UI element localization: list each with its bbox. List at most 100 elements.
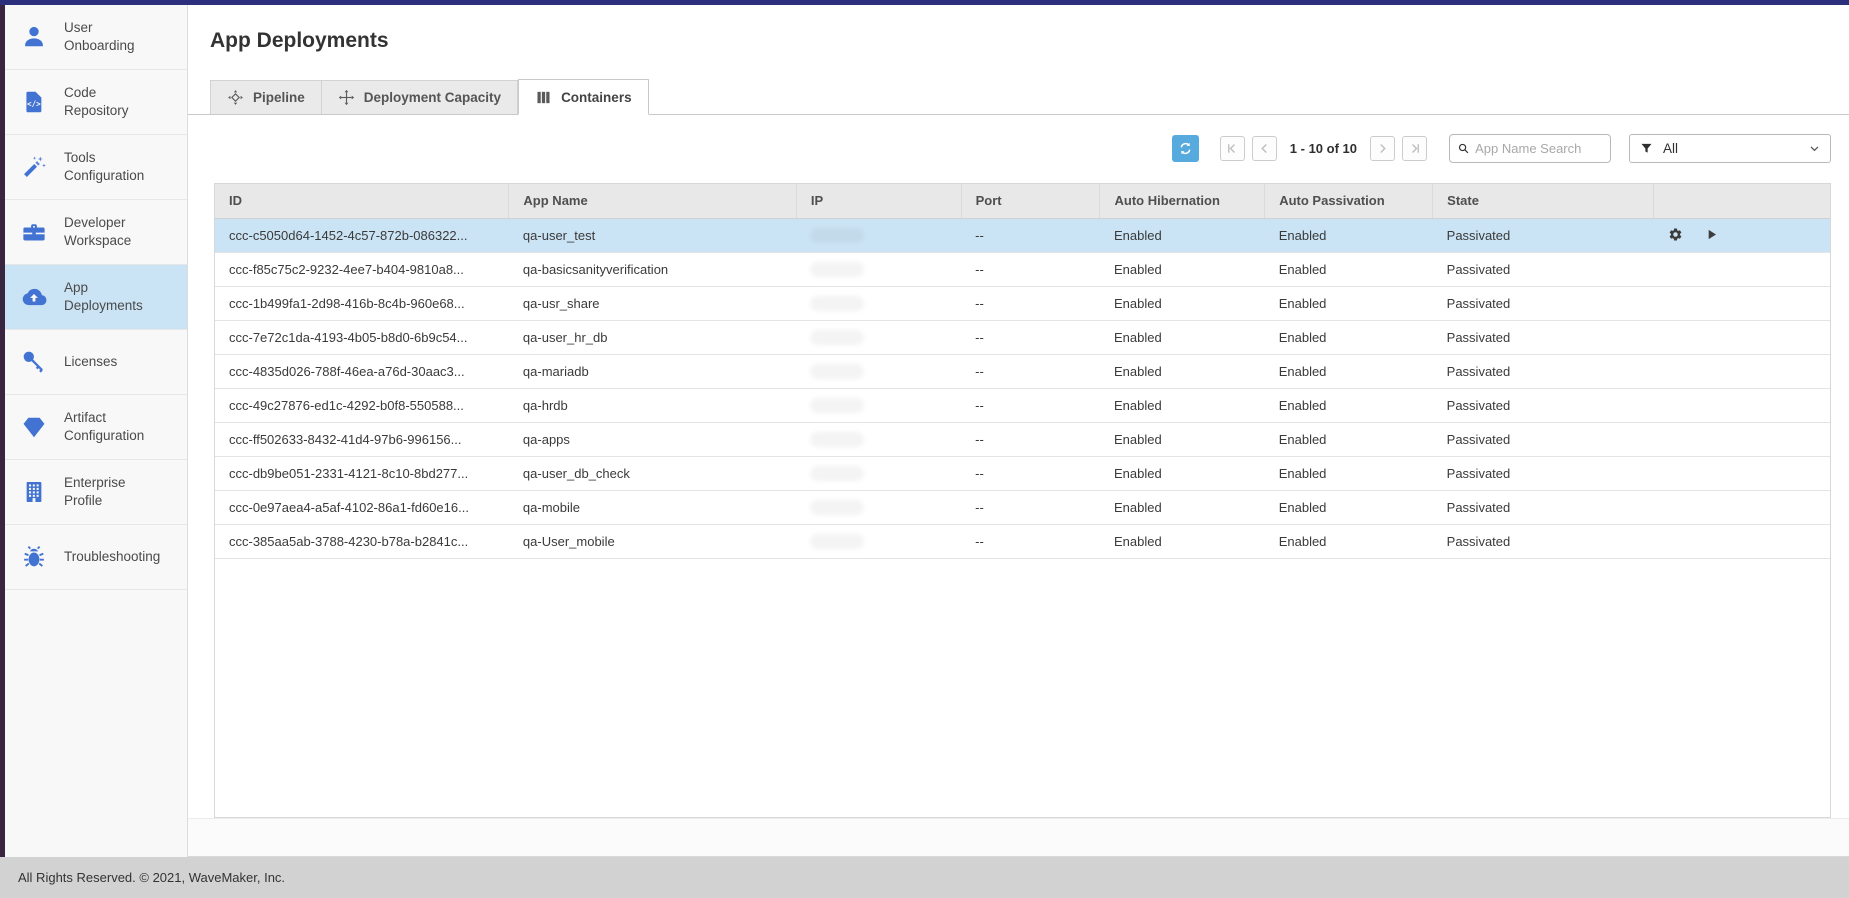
cell-id: ccc-ff502633-8432-41d4-97b6-996156... [215, 422, 509, 456]
content-bottom-band [188, 818, 1849, 857]
cell-state: Passivated [1433, 456, 1654, 490]
diamond-icon [21, 414, 47, 440]
cell-ip [796, 388, 961, 422]
table-row[interactable]: ccc-f85c75c2-9232-4ee7-b404-9810a8...qa-… [215, 252, 1830, 286]
cell-app-name: qa-user_db_check [509, 456, 796, 490]
containers-table-container: IDApp NameIPPortAuto HibernationAuto Pas… [214, 183, 1831, 818]
sidebar-item-user-onboarding[interactable]: User Onboarding [5, 5, 187, 70]
table-row[interactable]: ccc-385aa5ab-3788-4230-b78a-b2841c...qa-… [215, 524, 1830, 558]
table-row[interactable]: ccc-1b499fa1-2d98-416b-8c4b-960e68...qa-… [215, 286, 1830, 320]
cell-actions [1654, 422, 1830, 456]
briefcase-icon [21, 219, 47, 245]
table-row[interactable]: ccc-49c27876-ed1c-4292-b0f8-550588...qa-… [215, 388, 1830, 422]
cell-auto-passivation: Enabled [1265, 422, 1433, 456]
sidebar-item-artifact-configuration[interactable]: Artifact Configuration [5, 395, 187, 460]
first-page-button[interactable] [1220, 136, 1245, 161]
search-input[interactable] [1475, 141, 1604, 156]
column-header-auto-hibernation[interactable]: Auto Hibernation [1100, 184, 1265, 218]
table-row[interactable]: ccc-4835d026-788f-46ea-a76d-30aac3...qa-… [215, 354, 1830, 388]
pagination: 1 - 10 of 10 [1213, 136, 1427, 161]
cell-app-name: qa-User_mobile [509, 524, 796, 558]
table-row[interactable]: ccc-0e97aea4-a5af-4102-86a1-fd60e16...qa… [215, 490, 1830, 524]
cell-auto-passivation: Enabled [1265, 524, 1433, 558]
cell-id: ccc-f85c75c2-9232-4ee7-b404-9810a8... [215, 252, 509, 286]
column-header-state[interactable]: State [1433, 184, 1654, 218]
cell-auto-hibernation: Enabled [1100, 490, 1265, 524]
sidebar-item-enterprise-profile[interactable]: Enterprise Profile [5, 460, 187, 525]
sidebar: User Onboarding </>Code RepositoryTools C… [0, 5, 188, 857]
cell-state: Passivated [1433, 388, 1654, 422]
cell-auto-hibernation: Enabled [1100, 388, 1265, 422]
cell-auto-passivation: Enabled [1265, 252, 1433, 286]
cell-ip [796, 286, 961, 320]
cell-ip [796, 218, 961, 252]
column-header-port[interactable]: Port [961, 184, 1100, 218]
cell-auto-hibernation: Enabled [1100, 218, 1265, 252]
sidebar-item-label: Enterprise Profile [64, 474, 160, 510]
column-header-app-name[interactable]: App Name [509, 184, 796, 218]
prev-page-button[interactable] [1252, 136, 1277, 161]
cell-id: ccc-db9be051-2331-4121-8c10-8bd277... [215, 456, 509, 490]
chevron-right-icon [1375, 141, 1390, 156]
column-header-id[interactable]: ID [215, 184, 509, 218]
cell-state: Passivated [1433, 286, 1654, 320]
cell-actions [1654, 320, 1830, 354]
column-header-actions [1654, 184, 1830, 218]
cell-state: Passivated [1433, 422, 1654, 456]
cell-auto-passivation: Enabled [1265, 388, 1433, 422]
last-page-button[interactable] [1402, 136, 1427, 161]
sidebar-item-app-deployments[interactable]: App Deployments [5, 265, 187, 330]
cell-port: -- [961, 388, 1100, 422]
cell-port: -- [961, 286, 1100, 320]
cell-app-name: qa-mobile [509, 490, 796, 524]
row-run-button[interactable] [1704, 227, 1721, 244]
table-row[interactable]: ccc-c5050d64-1452-4c57-872b-086322...qa-… [215, 218, 1830, 252]
footer: All Rights Reserved. © 2021, WaveMaker, … [0, 857, 1849, 898]
tab-pipeline[interactable]: Pipeline [210, 80, 322, 114]
sidebar-item-troubleshooting[interactable]: Troubleshooting [5, 525, 187, 590]
building-icon [21, 479, 47, 505]
user-icon [21, 24, 47, 50]
cell-actions [1654, 388, 1830, 422]
last-page-icon [1407, 141, 1422, 156]
table-row[interactable]: ccc-ff502633-8432-41d4-97b6-996156...qa-… [215, 422, 1830, 456]
cell-app-name: qa-mariadb [509, 354, 796, 388]
cell-auto-hibernation: Enabled [1100, 286, 1265, 320]
sidebar-nav: User Onboarding </>Code RepositoryTools C… [5, 5, 187, 590]
sidebar-item-label: Troubleshooting [64, 548, 160, 566]
sidebar-item-developer-workspace[interactable]: Developer Workspace [5, 200, 187, 265]
cell-id: ccc-4835d026-788f-46ea-a76d-30aac3... [215, 354, 509, 388]
filter-dropdown[interactable]: All [1629, 134, 1831, 163]
gear-icon [1668, 227, 1683, 242]
next-page-button[interactable] [1370, 136, 1395, 161]
cell-auto-passivation: Enabled [1265, 490, 1433, 524]
cell-id: ccc-1b499fa1-2d98-416b-8c4b-960e68... [215, 286, 509, 320]
sidebar-item-code-repository[interactable]: </>Code Repository [5, 70, 187, 135]
cell-state: Passivated [1433, 320, 1654, 354]
column-header-auto-passivation[interactable]: Auto Passivation [1265, 184, 1433, 218]
tab-deployment-capacity[interactable]: Deployment Capacity [322, 80, 518, 114]
cell-id: ccc-7e72c1da-4193-4b05-b8d0-6b9c54... [215, 320, 509, 354]
column-header-ip[interactable]: IP [796, 184, 961, 218]
cell-id: ccc-385aa5ab-3788-4230-b78a-b2841c... [215, 524, 509, 558]
tab-label: Containers [561, 90, 632, 105]
cell-actions [1654, 218, 1830, 252]
cell-app-name: qa-usr_share [509, 286, 796, 320]
row-settings-button[interactable] [1668, 227, 1685, 244]
table-row[interactable]: ccc-db9be051-2331-4121-8c10-8bd277...qa-… [215, 456, 1830, 490]
tab-containers[interactable]: Containers [518, 79, 649, 115]
sidebar-item-licenses[interactable]: Licenses [5, 330, 187, 395]
redacted-ip-value [810, 466, 864, 481]
redacted-ip-value [810, 398, 864, 413]
table-row[interactable]: ccc-7e72c1da-4193-4b05-b8d0-6b9c54...qa-… [215, 320, 1830, 354]
refresh-button[interactable] [1172, 135, 1199, 162]
cell-port: -- [961, 218, 1100, 252]
sidebar-item-label: User Onboarding [64, 19, 160, 55]
redacted-ip-value [810, 432, 864, 447]
redacted-ip-value [810, 330, 864, 345]
sidebar-item-label: Code Repository [64, 84, 160, 120]
search-icon [1457, 141, 1470, 156]
sidebar-item-tools-configuration[interactable]: Tools Configuration [5, 135, 187, 200]
cell-actions [1654, 354, 1830, 388]
sidebar-item-label: App Deployments [64, 279, 160, 315]
